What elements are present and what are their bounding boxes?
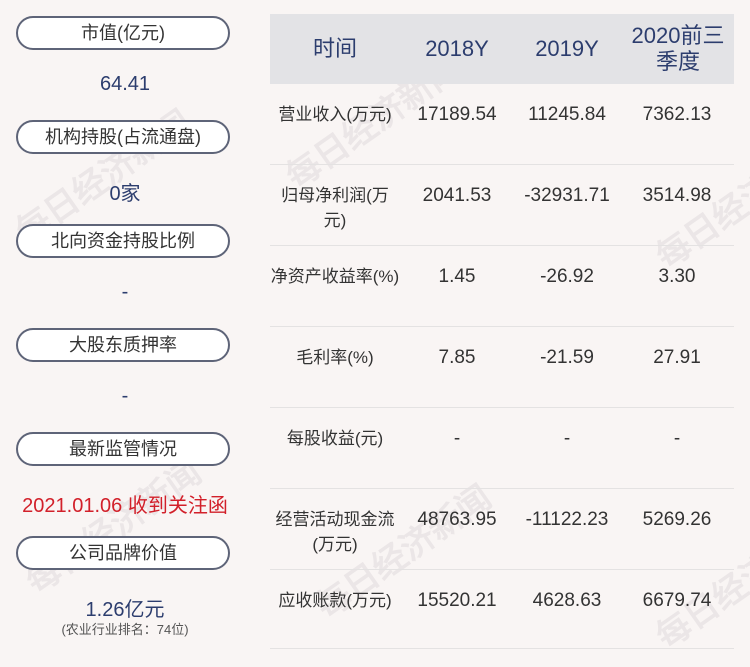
brand-value: 1.26亿元 [85,599,165,621]
company-summary-panel: 市值(亿元) 64.41 机构持股(占流通盘) 0家 北向资金持股比例 - 大股… [0,0,250,667]
cell-2018: 15520.21 [417,590,497,611]
cell-2020: - [673,428,681,449]
cell-2018: 17189.54 [417,104,497,125]
supervision-value: 2021.01.06 收到关注函 [22,495,228,517]
cell-2019: -26.92 [540,266,594,287]
row-label: 每股收益(元) [286,429,384,448]
header-2018: 2018Y [425,36,489,61]
cell-2018: 48763.95 [417,509,497,530]
brand-rank-note: (农业行业排名：74位) [61,622,189,637]
cell-2019: -21.59 [540,347,594,368]
table-row: 净资产收益率(%) 1.45 -26.92 3.30 [270,246,734,327]
pledge-ratio-label: 大股东质押率 [16,328,230,362]
cell-2019: -11122.23 [525,509,609,530]
financial-table: 时间 2018Y 2019Y 2020前三季度 营业收入(万元) 17189.5… [270,14,734,649]
table-row: 毛利率(%) 7.85 -21.59 27.91 [270,327,734,408]
market-cap-label: 市值(亿元) [16,16,230,50]
cell-2019: -32931.71 [524,185,610,206]
table-header: 时间 2018Y 2019Y 2020前三季度 [270,14,734,84]
cell-2020: 27.91 [653,347,701,368]
table-row: 应收账款(万元) 15520.21 4628.63 6679.74 [270,570,734,649]
supervision-label: 最新监管情况 [16,432,230,466]
table-row: 营业收入(万元) 17189.54 11245.84 7362.13 [270,84,734,165]
table-row: 归母净利润(万元) 2041.53 -32931.71 3514.98 [270,165,734,246]
header-time: 时间 [312,36,357,61]
cell-2020: 3.30 [658,266,696,287]
header-2019: 2019Y [535,36,599,61]
row-label: 经营活动现金流(万元) [275,510,395,554]
institution-holding-label: 机构持股(占流通盘) [16,120,230,154]
cell-2019: 4628.63 [532,590,602,611]
cell-2019: 11245.84 [528,104,606,125]
row-label: 应收账款(万元) [278,591,392,610]
brand-value-label: 公司品牌价值 [16,536,230,570]
row-label: 营业收入(万元) [278,105,392,124]
northbound-ratio-label: 北向资金持股比例 [16,224,230,258]
institution-holding-value: 0家 [109,183,141,205]
cell-2020: 3514.98 [642,185,712,206]
table-row: 每股收益(元) - - - [270,408,734,489]
cell-2018: - [453,428,461,449]
northbound-ratio-value: - [121,281,129,303]
cell-2020: 5269.26 [642,509,712,530]
pledge-ratio-value: - [121,385,129,407]
cell-2020: 7362.13 [642,104,712,125]
cell-2018: 2041.53 [422,185,492,206]
market-cap-value: 64.41 [99,73,151,95]
cell-2018: 1.45 [438,266,476,287]
cell-2019: - [563,428,571,449]
cell-2018: 7.85 [438,347,476,368]
cell-2020: 6679.74 [642,590,712,611]
row-label: 归母净利润(万元) [281,186,389,230]
row-label: 净资产收益率(%) [270,267,400,286]
header-2020: 2020前三季度 [631,23,725,74]
row-label: 毛利率(%) [296,348,374,367]
table-row: 经营活动现金流(万元) 48763.95 -11122.23 5269.26 [270,489,734,570]
